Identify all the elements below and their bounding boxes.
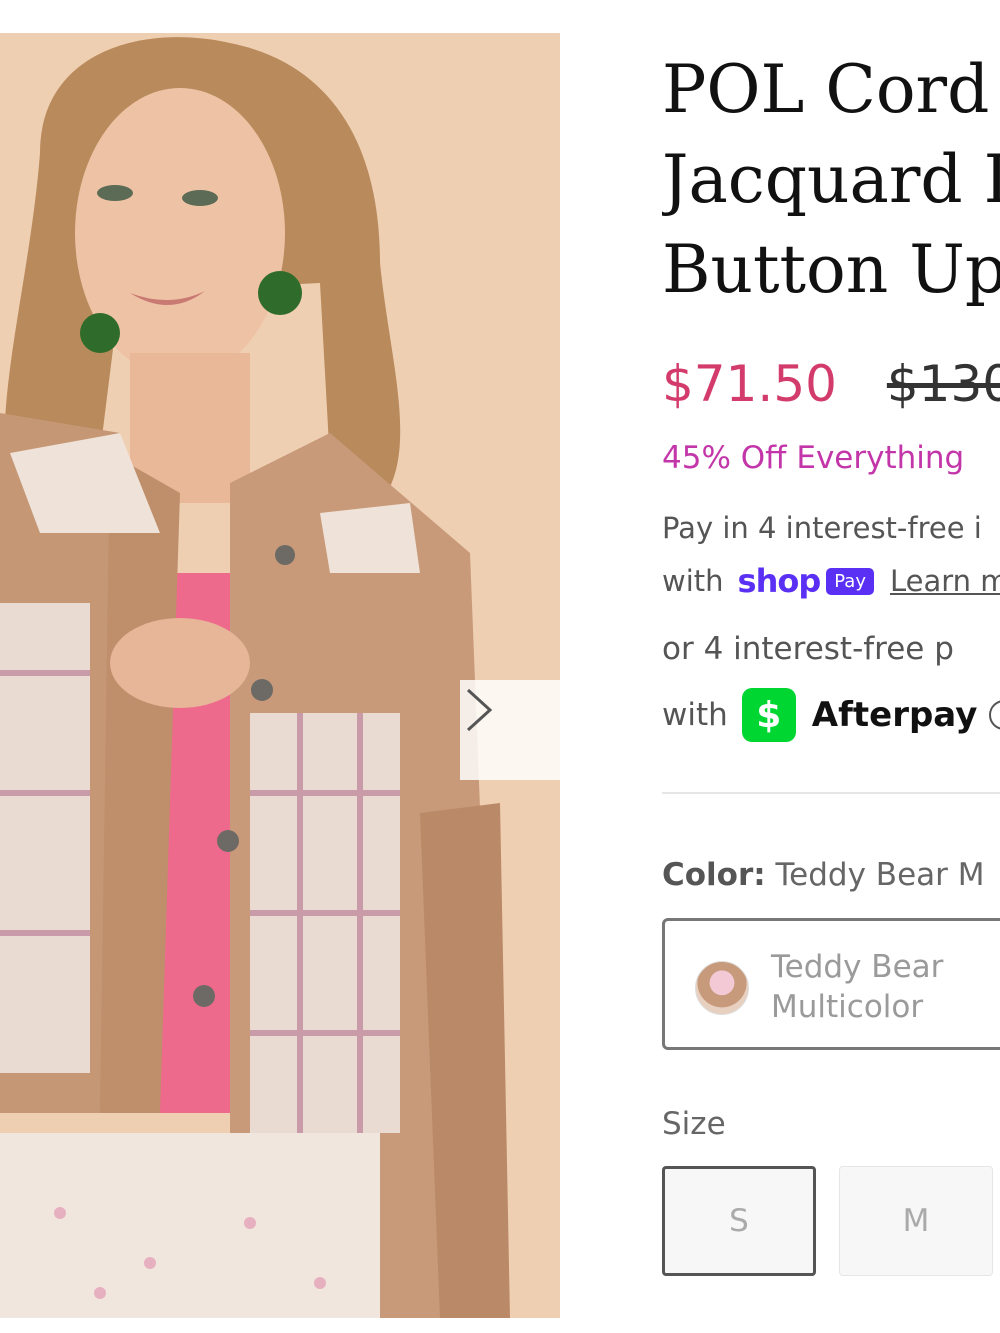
next-image-button[interactable] (460, 680, 560, 780)
color-label-key: Color: (662, 857, 766, 893)
color-option-name: Teddy Bear Multicolor (771, 947, 943, 1027)
color-label: Color: Teddy Bear M (662, 857, 985, 893)
size-option-s[interactable]: S (662, 1166, 816, 1276)
size-label: Size (662, 1106, 726, 1142)
product-info: POL Cord Jacquard I Button Up $71.50 $13… (662, 0, 1000, 1333)
color-option-teddy-bear[interactable]: Teddy Bear Multicolor (662, 918, 1000, 1050)
shop-pay-text: Pay in 4 interest-free i (662, 511, 982, 545)
product-image[interactable] (0, 33, 560, 1318)
shop-pay-row: with shop Pay Learn m (662, 562, 1000, 600)
color-selected-value: Teddy Bear M (775, 857, 985, 893)
model-photo (0, 33, 560, 1318)
original-price: $130.0 (886, 355, 1000, 413)
chevron-right-icon (466, 688, 493, 732)
product-title: POL Cord Jacquard I Button Up (662, 45, 1000, 315)
info-icon[interactable] (989, 700, 1000, 730)
afterpay-logo: Afterpay (811, 695, 978, 735)
learn-more-link[interactable]: Learn m (890, 564, 1000, 598)
afterpay-text: or 4 interest-free p (662, 631, 954, 667)
color-option-line: Teddy Bear (771, 949, 944, 985)
afterpay-row: with $ Afterpay (662, 688, 1000, 742)
size-option-m[interactable]: M (839, 1166, 993, 1276)
shop-pay-with: with (662, 564, 724, 598)
color-swatch (695, 961, 749, 1015)
afterpay-with: with (662, 697, 728, 733)
shop-pay-badge: Pay (826, 567, 874, 595)
title-line: POL Cord (662, 51, 990, 128)
cash-app-icon: $ (741, 688, 796, 742)
title-line: Jacquard I (662, 141, 1000, 218)
shop-pay-logo: shop (737, 562, 822, 600)
sale-price: $71.50 (662, 355, 837, 413)
promo-text: 45% Off Everything (662, 440, 965, 476)
color-option-line: Multicolor (771, 989, 924, 1025)
price-row: $71.50 $130.0 (662, 355, 1000, 413)
title-line: Button Up (662, 231, 1000, 308)
divider (662, 792, 1000, 794)
